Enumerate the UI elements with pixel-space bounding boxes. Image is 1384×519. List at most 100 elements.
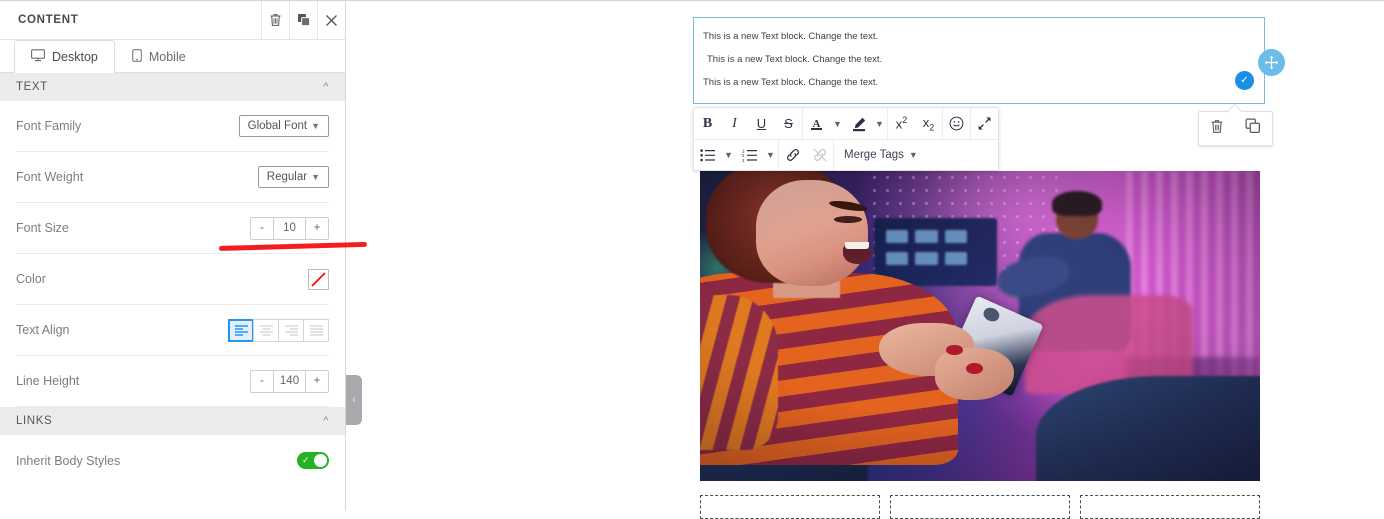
toolbar-row-1: B I U S A ▼ ▼ x2 x2 [694,108,998,139]
align-center-button[interactable] [253,318,279,342]
toolbar-row-2: ▼ 123 ▼ Merge Tags ▼ [694,139,998,170]
strikethrough-icon[interactable]: S [775,108,802,139]
row-inherit-body-styles: Inherit Body Styles ✓ [16,435,329,486]
font-size-increment-button[interactable]: + [306,217,328,239]
tab-desktop-label: Desktop [52,49,98,64]
chevron-down-icon[interactable]: ▼ [830,108,845,139]
toggle-knob [314,454,327,467]
chevron-down-icon[interactable]: ▼ [872,108,887,139]
inherit-body-styles-toggle[interactable]: ✓ [297,452,329,469]
line-height-input[interactable]: 140 [273,370,306,392]
toolbar-group-links [778,140,833,170]
toolbar-group-clear [970,108,998,139]
toolbar-group-inline-styles: B I U S [694,108,802,139]
empty-row-placeholders [700,495,1260,519]
section-title-text: TEXT [16,81,48,93]
row-label-font-size: Font Size [16,221,69,235]
page-title: CONTENT [18,14,79,26]
color-swatch-button[interactable] [308,268,329,290]
section-header-text[interactable]: TEXT ^ [0,73,345,101]
highlight-color-icon[interactable] [845,108,872,139]
check-icon: ✓ [302,455,310,465]
line-height-decrement-button[interactable]: - [251,370,273,392]
chevron-up-icon: ^ [323,81,329,93]
row-label-color: Color [16,272,46,286]
desktop-icon [31,48,45,65]
text-line-2[interactable]: This is a new Text block. Change the tex… [707,55,882,65]
align-right-button[interactable] [278,318,304,342]
chevron-down-icon: ▼ [311,172,320,182]
clear-formatting-icon[interactable] [971,108,998,139]
chevron-down-icon[interactable]: ▼ [763,140,778,170]
section-title-links: LINKS [16,415,53,427]
mobile-icon [132,48,142,65]
merge-tags-label: Merge Tags [844,149,904,161]
font-size-input[interactable]: 10 [273,217,306,239]
font-family-value: Global Font [247,120,308,132]
line-height-stepper: - 140 + [250,369,329,393]
align-justify-button[interactable] [303,318,329,342]
placeholder-column-2[interactable] [890,495,1070,519]
row-text-align: Text Align [16,305,329,356]
row-color: Color [16,254,329,305]
toolbar-group-colors: A ▼ ▼ [802,108,887,139]
block-actions-popover [1198,103,1273,146]
toolbar-group-emoji [942,108,970,139]
duplicate-icon[interactable] [289,1,317,39]
chevron-down-icon[interactable]: ▼ [721,140,736,170]
image-vignette [700,171,1260,481]
row-label-inherit-body-styles: Inherit Body Styles [16,453,121,468]
panel-collapse-handle[interactable]: ‹ [346,375,362,425]
delete-icon[interactable] [1210,119,1224,139]
unlink-icon[interactable] [806,140,833,170]
emoji-icon[interactable] [943,108,970,139]
line-height-increment-button[interactable]: + [306,370,328,392]
align-left-button[interactable] [228,318,254,342]
bullet-list-icon[interactable] [694,140,721,170]
tab-mobile-label: Mobile [148,49,186,64]
device-tabs: Desktop Mobile [0,40,345,73]
row-label-line-height: Line Height [16,374,80,388]
row-font-family: Font Family Global Font ▼ [16,101,329,152]
text-line-3[interactable]: This is a new Text block. Change the tex… [703,78,878,88]
move-handle-icon[interactable] [1258,49,1285,76]
delete-icon[interactable] [261,1,289,39]
content-settings-panel: CONTENT Desktop Mobile TEXT ^ Font Famil… [0,1,346,511]
superscript-icon[interactable]: x2 [888,108,915,139]
placeholder-column-1[interactable] [700,495,880,519]
duplicate-icon[interactable] [1245,118,1261,139]
text-line-1[interactable]: This is a new Text block. Change the tex… [703,32,878,42]
panel-header: CONTENT [0,1,345,40]
placeholder-column-3[interactable] [1080,495,1260,519]
section-header-links[interactable]: LINKS ^ [0,407,345,435]
tab-mobile[interactable]: Mobile [115,40,203,72]
toolbar-group-lists: ▼ 123 ▼ [694,140,778,170]
underline-icon[interactable]: U [748,108,775,139]
confirm-check-badge[interactable]: ✓ [1235,71,1254,90]
text-block-editor[interactable]: This is a new Text block. Change the tex… [693,17,1265,104]
font-size-stepper: - 10 + [250,216,329,240]
toolbar-group-merge-tags: Merge Tags ▼ [833,140,928,170]
bold-icon[interactable]: B [694,108,721,139]
rich-text-toolbar: B I U S A ▼ ▼ x2 x2 ▼ 1 2 3 ▼ Merge Tags… [693,107,999,171]
subscript-icon[interactable]: x2 [915,108,942,139]
row-label-text-align: Text Align [16,323,70,337]
close-icon[interactable] [317,1,345,39]
link-icon[interactable] [779,140,806,170]
tab-desktop[interactable]: Desktop [14,40,115,73]
font-weight-dropdown[interactable]: Regular ▼ [257,166,329,188]
merge-tags-dropdown[interactable]: Merge Tags ▼ [834,140,928,170]
hero-image[interactable] [700,171,1260,481]
text-color-icon[interactable]: A [803,108,830,139]
numbered-list-icon[interactable]: 123 [736,140,763,170]
popover-arrow [1226,103,1243,120]
row-font-weight: Font Weight Regular ▼ [16,152,329,203]
font-family-dropdown[interactable]: Global Font ▼ [238,115,329,137]
svg-text:3: 3 [742,157,745,161]
text-align-group [228,318,329,342]
row-label-font-family: Font Family [16,119,82,133]
font-size-decrement-button[interactable]: - [251,217,273,239]
toolbar-group-script: x2 x2 [887,108,942,139]
email-canvas: This is a new Text block. Change the tex… [347,1,1384,519]
italic-icon[interactable]: I [721,108,748,139]
